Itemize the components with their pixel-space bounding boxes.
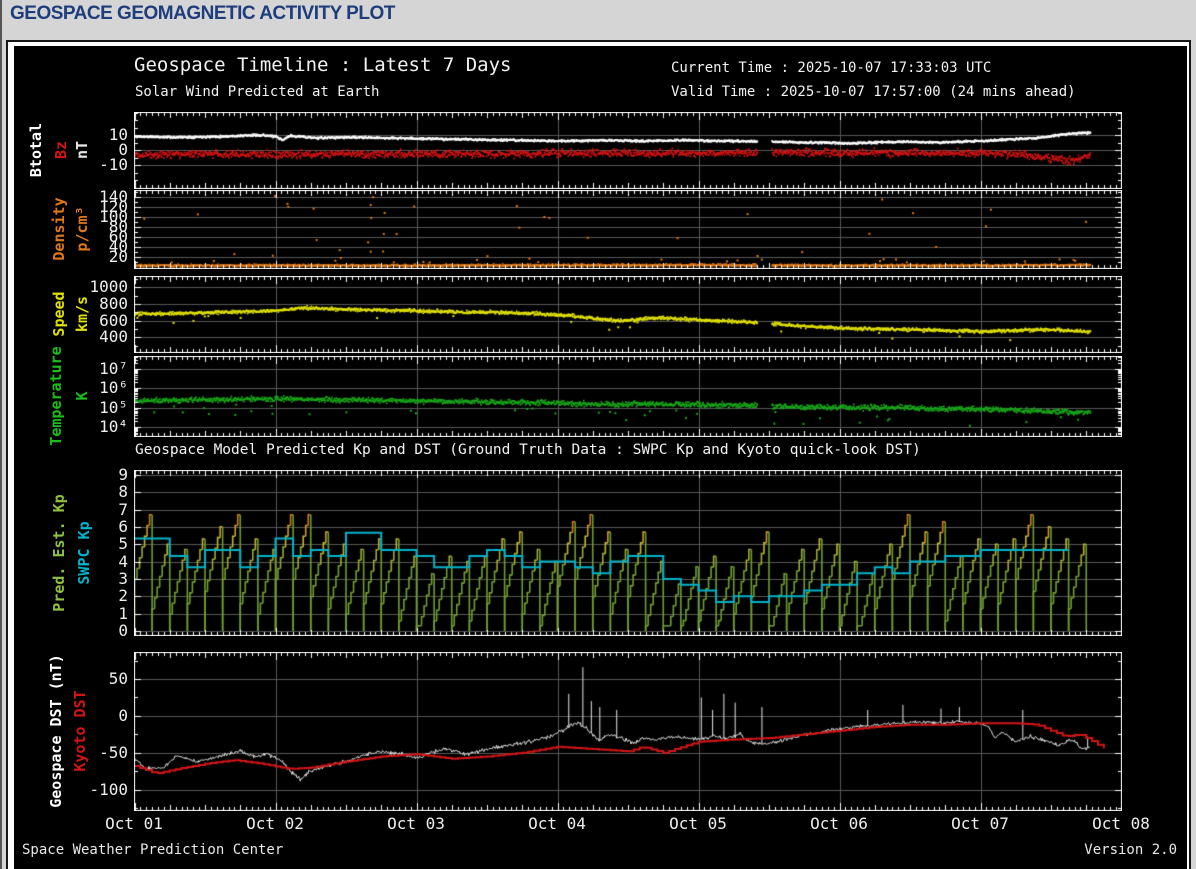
axis-label-kp: Pred. Est. Kp [50,494,68,611]
page: GEOSPACE GEOMAGNETIC ACTIVITY PLOT Geosp… [0,0,1196,869]
panel-speed-canvas [134,276,1122,353]
valid-time-label: Valid Time : 2025-10-07 17:57:00 (24 min… [671,84,1076,100]
axis-label-dst: Geospace DST (nT) [47,654,65,808]
y-tick-label: 10⁴ [14,419,128,435]
y-tick-label: 7 [14,502,128,518]
current-time-label: Current Time : 2025-10-07 17:33:03 UTC [671,60,991,76]
y-tick-label: 20 [14,249,128,265]
axis-label-speed: Speed [50,291,68,336]
x-tick-label: Oct 08 [1092,814,1150,833]
y-tick-label: 4 [14,554,128,570]
y-tick-label: 1000 [14,279,128,295]
axis-label-temperature: K [73,391,91,400]
plot-frame: Geospace Timeline : Latest 7 Days Curren… [6,40,1191,869]
axis-label-kp: SWPC Kp [75,521,93,584]
axis-label-b-field: Bz [52,141,70,159]
x-tick-label: Oct 03 [387,814,445,833]
y-tick-label: 2 [14,588,128,604]
axis-label-density: Density [50,197,68,260]
y-tick-label: 600 [14,313,128,329]
y-tick-label: 50 [14,671,128,687]
y-tick-label: 5 [14,536,128,552]
y-tick-label: 10⁶ [14,380,128,396]
x-tick-label: Oct 02 [246,814,304,833]
panel-density-canvas [134,190,1122,269]
panel-b-field-canvas [134,112,1122,189]
axis-label-density: p/cm³ [73,206,91,251]
y-tick-label: 400 [14,329,128,345]
page-title: GEOSPACE GEOMAGNETIC ACTIVITY PLOT [10,3,395,25]
y-tick-label: 9 [14,467,128,483]
y-tick-label: 6 [14,519,128,535]
y-tick-label: 8 [14,484,128,500]
y-tick-label: 10⁵ [14,400,128,416]
axis-label-b-field: Btotal [27,123,45,177]
y-tick-label: -100 [14,782,128,798]
y-tick-label: 10⁷ [14,361,128,377]
panel-temperature-canvas [134,356,1122,437]
footer-version: Version 2.0 [1084,842,1177,858]
axis-label-dst: Kyoto DST [71,690,89,771]
kp-dst-section-title: Geospace Model Predicted Kp and DST (Gro… [135,442,921,458]
y-tick-label: 0 [14,623,128,639]
axis-label-temperature: Temperature [47,346,65,445]
plot-image: Geospace Timeline : Latest 7 Days Curren… [14,46,1187,869]
subtitle-solar-wind: Solar Wind Predicted at Earth [135,84,379,100]
x-tick-label: Oct 01 [105,814,163,833]
axis-label-speed: km/s [73,296,91,332]
axis-label-b-field: nT [73,141,91,159]
panel-kp-canvas [134,470,1122,636]
footer-credit: Space Weather Prediction Center [22,842,283,858]
x-tick-label: Oct 06 [810,814,868,833]
x-tick-label: Oct 07 [951,814,1009,833]
y-tick-label: 3 [14,571,128,587]
y-tick-label: 1 [14,606,128,622]
x-tick-label: Oct 05 [669,814,727,833]
panel-dst-canvas [134,652,1122,811]
x-tick-label: Oct 04 [528,814,586,833]
plot-title: Geospace Timeline : Latest 7 Days [134,54,512,76]
y-tick-label: 800 [14,296,128,312]
